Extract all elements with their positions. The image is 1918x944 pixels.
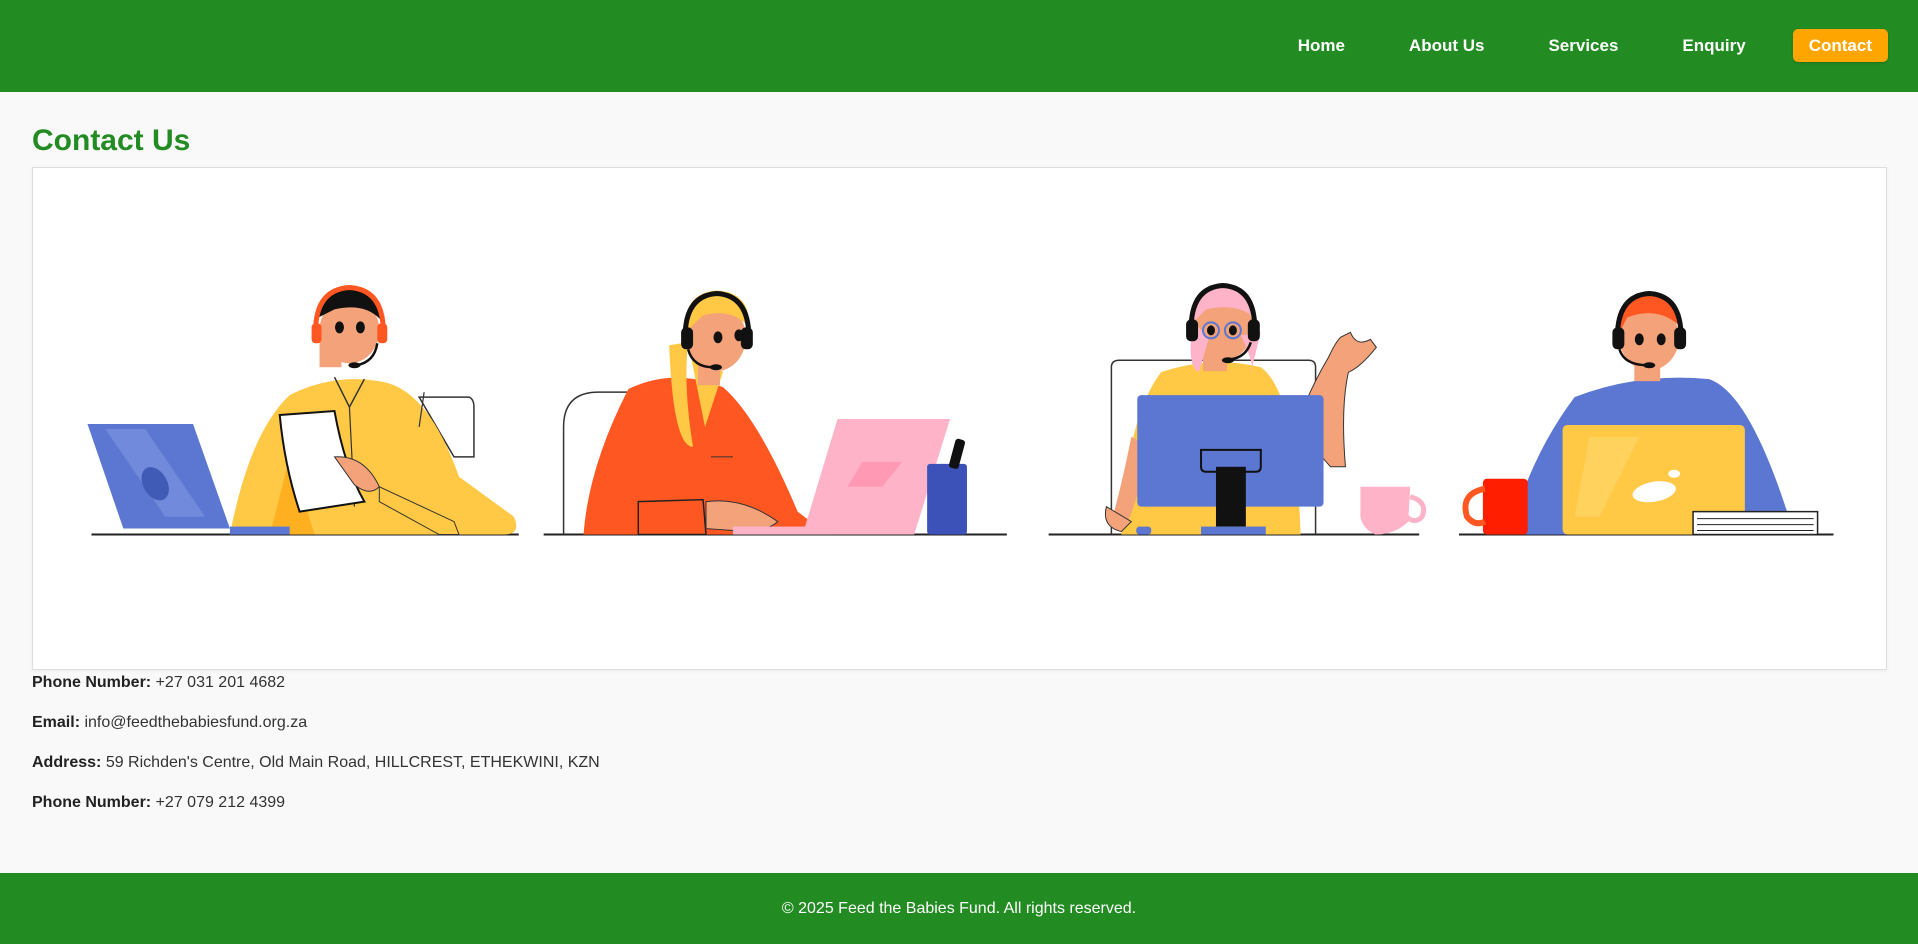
contact-phone-primary-value: +27 031 201 4682 xyxy=(155,674,286,691)
contact-email: Email: info@feedthebabiesfund.org.za xyxy=(32,714,307,732)
contact-phone-secondary: Phone Number: +27 079 212 4399 xyxy=(32,794,285,812)
main-nav: Home About Us Services Enquiry Contact xyxy=(1266,29,1888,62)
contact-phone-primary-label: Phone Number: xyxy=(32,674,152,691)
contact-address: Address: 59 Richden's Centre, Old Main R… xyxy=(32,754,600,772)
contact-phone-secondary-value: +27 079 212 4399 xyxy=(155,794,286,811)
contact-email-label: Email: xyxy=(32,714,81,731)
agent-one-figure xyxy=(87,285,517,536)
page-title: Contact Us xyxy=(32,124,191,157)
site-header: Home About Us Services Enquiry Contact xyxy=(0,0,1918,92)
contact-illustration xyxy=(32,167,1887,670)
agent-two-figure xyxy=(562,290,967,536)
contact-address-label: Address: xyxy=(32,754,102,771)
agent-four-figure xyxy=(1462,291,1819,536)
nav-home[interactable]: Home xyxy=(1266,29,1377,62)
call-center-illustration xyxy=(87,283,1834,536)
contact-address-value: 59 Richden's Centre, Old Main Road, HILL… xyxy=(105,754,600,771)
contact-phone-primary: Phone Number: +27 031 201 4682 xyxy=(32,674,285,692)
nav-contact[interactable]: Contact xyxy=(1792,29,1888,62)
contact-email-value[interactable]: info@feedthebabiesfund.org.za xyxy=(84,714,307,731)
nav-services[interactable]: Services xyxy=(1516,29,1650,62)
nav-about-us[interactable]: About Us xyxy=(1377,29,1517,62)
contact-phone-secondary-label: Phone Number: xyxy=(32,794,152,811)
agent-three-figure xyxy=(1104,283,1427,535)
nav-enquiry[interactable]: Enquiry xyxy=(1650,29,1777,62)
footer-copyright: © 2025 Feed the Babies Fund. All rights … xyxy=(781,899,1137,917)
site-footer: © 2025 Feed the Babies Fund. All rights … xyxy=(0,873,1918,944)
